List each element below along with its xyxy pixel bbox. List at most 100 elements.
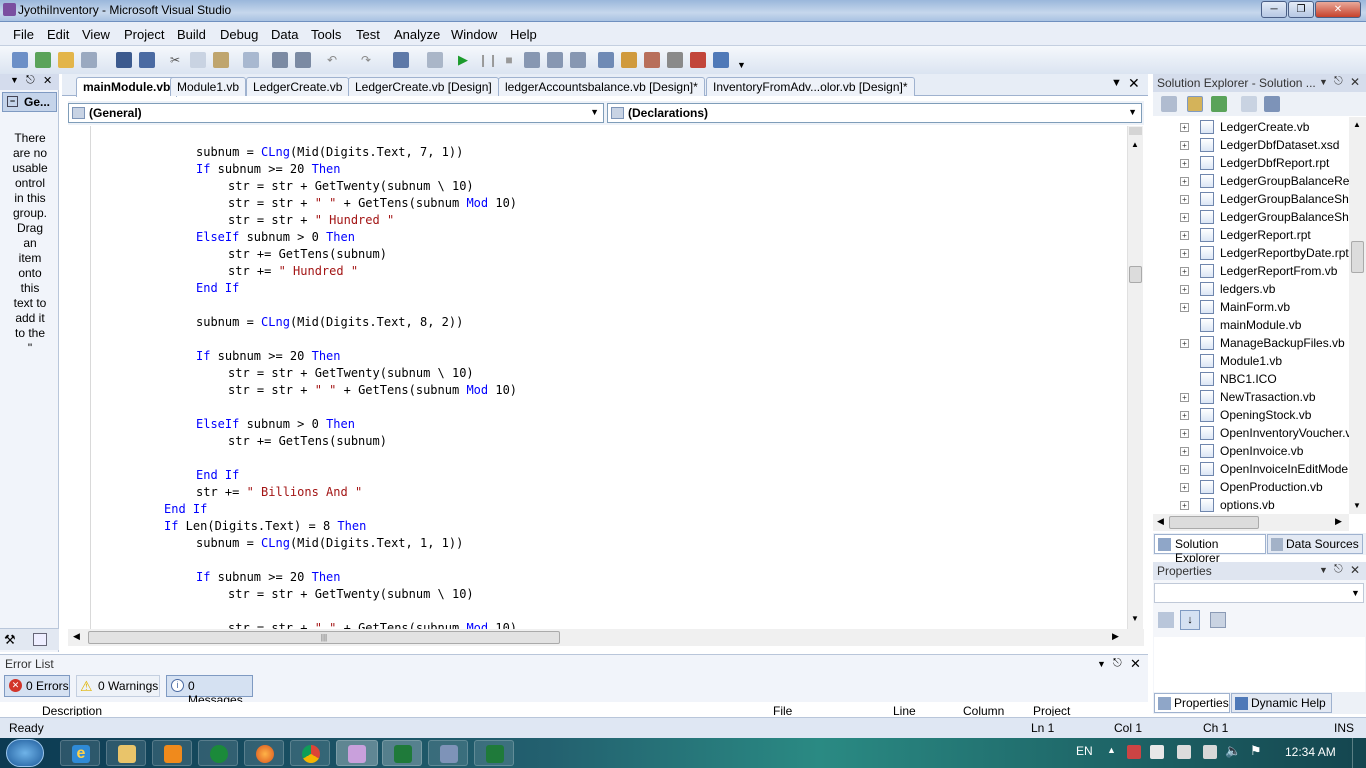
messages-filter-button[interactable]: i 0 Messages bbox=[166, 675, 253, 707]
start-debugging-icon[interactable]: ▶ bbox=[455, 52, 471, 68]
close-icon[interactable]: ✕ bbox=[43, 74, 52, 87]
menu-file[interactable]: File bbox=[13, 27, 34, 42]
save-icon[interactable] bbox=[116, 52, 132, 68]
scroll-right-arrow-icon[interactable]: ▶ bbox=[1335, 516, 1342, 527]
scroll-left-arrow-icon[interactable]: ◀ bbox=[1157, 516, 1164, 527]
find-in-files-icon[interactable] bbox=[598, 52, 614, 68]
menu-analyze[interactable]: Analyze bbox=[394, 27, 440, 42]
menu-data[interactable]: Data bbox=[271, 27, 298, 42]
menu-test[interactable]: Test bbox=[356, 27, 380, 42]
toolbox-icon[interactable] bbox=[667, 52, 683, 68]
expand-icon[interactable]: + bbox=[1180, 141, 1189, 150]
close-button[interactable]: ✕ bbox=[1315, 1, 1361, 18]
categorized-icon[interactable] bbox=[1158, 612, 1174, 628]
editor-horizontal-scrollbar[interactable]: ◀ ||| ▶ bbox=[68, 629, 1144, 646]
expand-icon[interactable]: + bbox=[1180, 123, 1189, 132]
tab-ledgercreate[interactable]: LedgerCreate.vb bbox=[246, 77, 350, 96]
menu-debug[interactable]: Debug bbox=[220, 27, 258, 42]
taskbar-excel[interactable] bbox=[382, 740, 422, 766]
solution-tree-item[interactable]: mainModule.vb bbox=[1153, 316, 1353, 334]
tab-ledgercreate-design[interactable]: LedgerCreate.vb [Design] bbox=[348, 77, 499, 96]
taskbar-firefox[interactable] bbox=[244, 740, 284, 766]
expand-icon[interactable]: + bbox=[1180, 393, 1189, 402]
scroll-thumb[interactable] bbox=[1129, 266, 1142, 283]
solution-tree-item[interactable]: + LedgerGroupBalanceShe bbox=[1153, 190, 1353, 208]
taskbar-media-player[interactable] bbox=[152, 740, 192, 766]
scroll-thumb[interactable] bbox=[1351, 241, 1364, 273]
step-into-icon[interactable] bbox=[524, 52, 540, 68]
method-dropdown[interactable]: (Declarations) ▼ bbox=[607, 103, 1142, 123]
expand-icon[interactable]: + bbox=[1180, 195, 1189, 204]
solution-tree-item[interactable]: + LedgerGroupBalanceRep bbox=[1153, 172, 1353, 190]
expand-icon[interactable]: + bbox=[1180, 501, 1189, 510]
solution-tree-item[interactable]: NBC1.ICO bbox=[1153, 370, 1353, 388]
refresh-icon[interactable] bbox=[1211, 96, 1227, 112]
solution-tree-item[interactable]: + OpeningStock.vb bbox=[1153, 406, 1353, 424]
alphabetical-icon[interactable]: ↓ bbox=[1180, 610, 1200, 630]
class-dropdown[interactable]: (General) ▼ bbox=[68, 103, 604, 123]
window-position-icon[interactable]: ▼ bbox=[1097, 659, 1106, 669]
tab-mainmodule[interactable]: mainModule.vb bbox=[76, 77, 178, 97]
new-project-icon[interactable] bbox=[12, 52, 28, 68]
taskbar-visual-studio[interactable] bbox=[336, 740, 378, 766]
editor-vertical-scrollbar[interactable]: ▲ ▼ bbox=[1127, 126, 1143, 629]
scroll-split-handle[interactable] bbox=[1129, 127, 1142, 135]
menu-help[interactable]: Help bbox=[510, 27, 537, 42]
navigate-backward-icon[interactable] bbox=[393, 52, 409, 68]
object-browser-icon[interactable] bbox=[690, 52, 706, 68]
solution-tree-item[interactable]: + LedgerReport.rpt bbox=[1153, 226, 1353, 244]
taskbar-ie[interactable]: e bbox=[60, 740, 100, 766]
pause-icon[interactable]: ❙❙ bbox=[478, 52, 498, 68]
property-pages-icon[interactable] bbox=[1210, 612, 1226, 628]
save-all-icon[interactable] bbox=[139, 52, 155, 68]
tray-icon-1[interactable] bbox=[1127, 745, 1141, 759]
solution-tree-item[interactable]: + LedgerGroupBalanceShe bbox=[1153, 208, 1353, 226]
tab-inventoryfromadv-design[interactable]: InventoryFromAdv...olor.vb [Design]* bbox=[706, 77, 915, 96]
step-out-icon[interactable] bbox=[570, 52, 586, 68]
show-desktop-button[interactable] bbox=[1352, 738, 1366, 768]
expand-icon[interactable]: + bbox=[1180, 447, 1189, 456]
solution-tree-item[interactable]: + OpenProduction.vb bbox=[1153, 478, 1353, 496]
solution-tree-vscrollbar[interactable]: ▲ ▼ bbox=[1349, 117, 1366, 514]
solution-tree-item[interactable]: Module1.vb bbox=[1153, 352, 1353, 370]
solution-tree-item[interactable]: + ManageBackupFiles.vb bbox=[1153, 334, 1353, 352]
window-position-icon[interactable]: ▼ bbox=[1319, 77, 1328, 87]
expand-icon[interactable]: + bbox=[1180, 177, 1189, 186]
taskbar-chrome[interactable] bbox=[290, 740, 330, 766]
scroll-up-arrow-icon[interactable]: ▲ bbox=[1353, 120, 1361, 129]
add-item-icon[interactable] bbox=[35, 52, 51, 68]
warnings-filter-button[interactable]: ⚠ 0 Warnings bbox=[76, 675, 160, 697]
show-hidden-icons-icon[interactable]: ▲ bbox=[1107, 745, 1116, 755]
uncomment-icon[interactable] bbox=[295, 52, 311, 68]
close-icon[interactable]: ✕ bbox=[1130, 656, 1141, 672]
copy-icon[interactable] bbox=[190, 52, 206, 68]
errors-filter-button[interactable]: ✕ 0 Errors bbox=[4, 675, 70, 697]
expand-icon[interactable]: + bbox=[1180, 411, 1189, 420]
expand-icon[interactable]: + bbox=[1180, 429, 1189, 438]
stop-icon[interactable]: ■ bbox=[501, 52, 517, 68]
navigate-forward-icon[interactable] bbox=[427, 52, 443, 68]
solution-explorer-icon[interactable] bbox=[621, 52, 637, 68]
pin-icon[interactable]: ⎋ bbox=[26, 74, 35, 87]
solution-tree-item[interactable]: + OpenInventoryVoucher.v bbox=[1153, 424, 1353, 442]
expand-icon[interactable]: + bbox=[1180, 159, 1189, 168]
find-icon[interactable] bbox=[243, 52, 259, 68]
solution-tree-item[interactable]: + LedgerCreate.vb bbox=[1153, 118, 1353, 136]
scroll-down-arrow-icon[interactable]: ▼ bbox=[1131, 614, 1139, 623]
taskbar-excel-2[interactable] bbox=[474, 740, 514, 766]
comment-icon[interactable] bbox=[272, 52, 288, 68]
solution-tree-item[interactable]: + LedgerReportFrom.vb bbox=[1153, 262, 1353, 280]
pin-icon[interactable]: ⎋ bbox=[1113, 657, 1122, 670]
scroll-thumb[interactable]: ||| bbox=[88, 631, 560, 644]
tab-data-sources[interactable]: Data Sources bbox=[1267, 534, 1363, 554]
solution-tree-item[interactable]: + NewTrasaction.vb bbox=[1153, 388, 1353, 406]
tray-icon-2[interactable] bbox=[1150, 745, 1164, 759]
toolbar-overflow-icon[interactable]: ▼ bbox=[737, 60, 746, 70]
tab-properties[interactable]: Properties bbox=[1154, 693, 1230, 713]
view-code-icon[interactable] bbox=[1241, 96, 1257, 112]
column-description[interactable]: Description bbox=[42, 704, 102, 716]
close-icon[interactable]: ✕ bbox=[1350, 75, 1360, 89]
action-center-flag-icon[interactable]: ⚑ bbox=[1250, 743, 1262, 759]
expand-icon[interactable]: + bbox=[1180, 231, 1189, 240]
tab-dynamic-help[interactable]: Dynamic Help bbox=[1231, 693, 1332, 713]
